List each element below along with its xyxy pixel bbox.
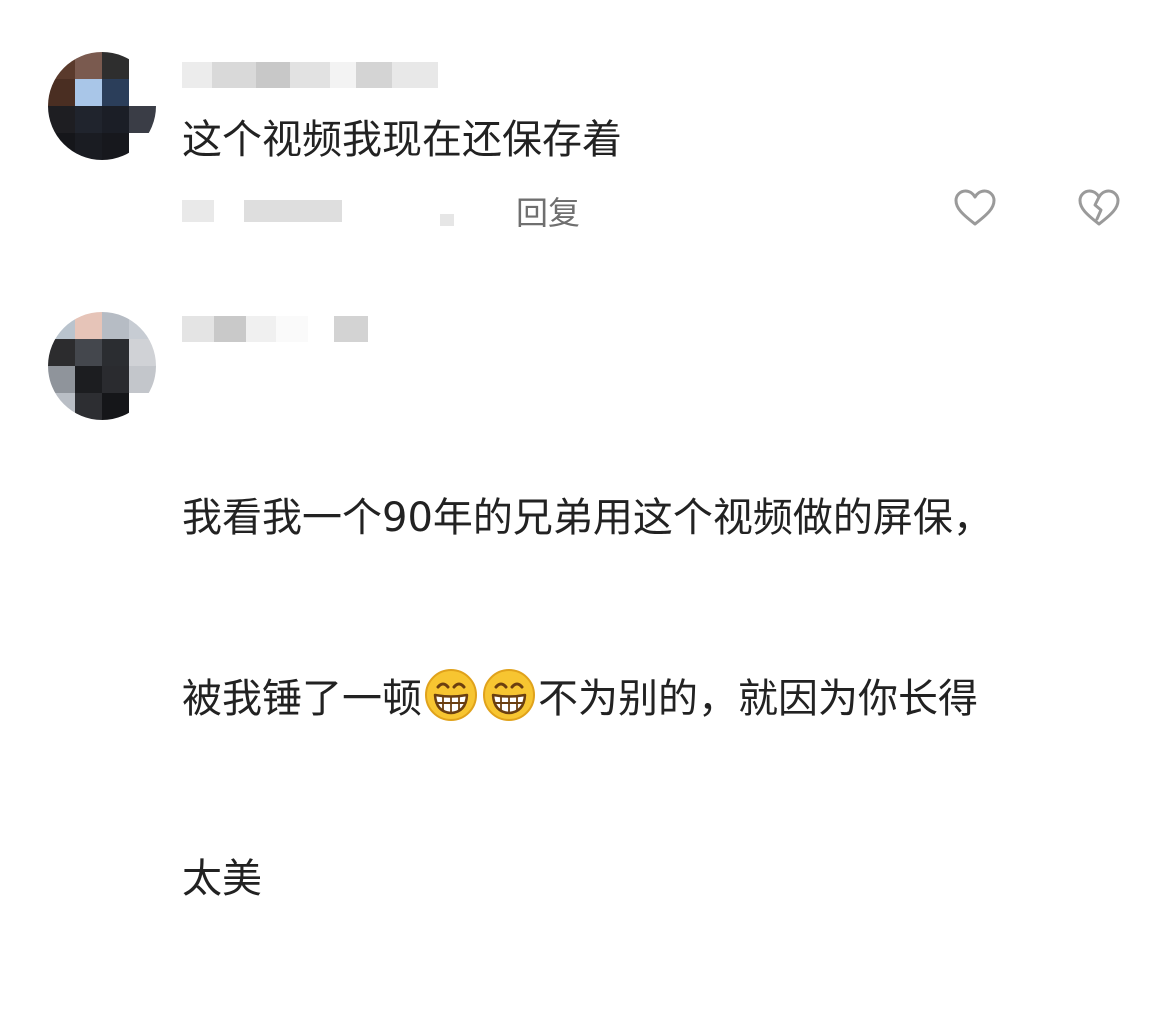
comment-segment: 被我锤了一顿 [182,676,422,722]
comment-text: 我看我一个90年的兄弟用这个视频做的屏保， 被我锤了一顿 不为别的，就因为你长得… [182,368,1142,1029]
grinning-face-icon [482,668,536,722]
comment-item: 这个视频我现在还保存着 回复 [0,0,1170,260]
comment-segment: 不为别的，就因为你长得 [538,676,978,722]
reply-button[interactable]: 回复 [516,188,580,234]
broken-heart-icon[interactable] [1076,186,1122,232]
location [440,214,454,226]
username[interactable] [182,312,368,346]
avatar[interactable] [48,312,156,420]
comment-line: 我看我一个90年的兄弟用这个视频做的屏保， [182,495,993,541]
comment-item: 我看我一个90年的兄弟用这个视频做的屏保， 被我锤了一顿 不为别的，就因为你长得… [0,290,1170,902]
location [244,200,342,222]
comment-text: 这个视频我现在还保存着 [182,117,622,163]
timestamp [182,200,214,222]
heart-outline-icon[interactable] [952,186,998,232]
comment-line: 被我锤了一顿 不为别的，就因为你长得 [182,668,1142,729]
username[interactable] [182,58,438,92]
comment-line: 太美 [182,856,262,902]
grinning-face-icon [424,668,478,722]
comment-meta: 回复 [182,189,1170,232]
avatar[interactable] [48,52,156,160]
